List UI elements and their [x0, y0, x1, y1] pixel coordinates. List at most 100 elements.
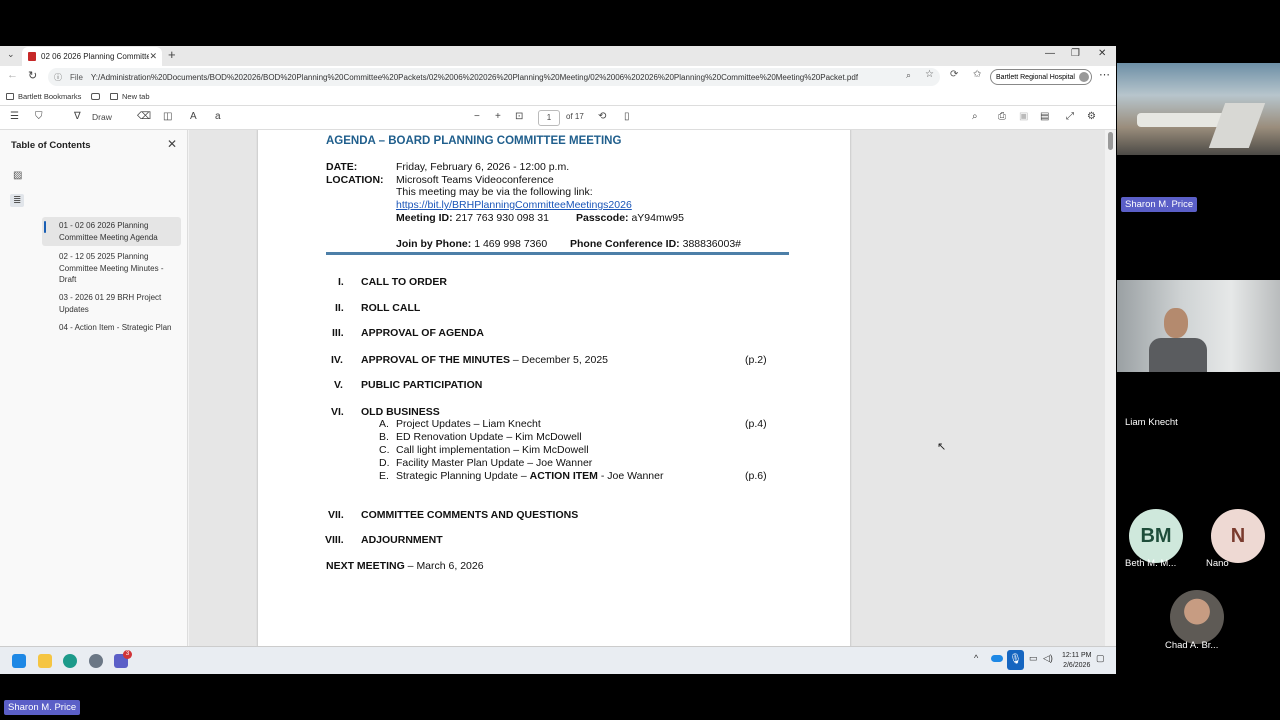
item-num: II.	[335, 302, 344, 314]
view-icon[interactable]: ◫	[163, 111, 172, 122]
vertical-scrollbar[interactable]	[1105, 130, 1116, 674]
extensions-icon[interactable]: ⟳	[950, 69, 958, 80]
phone: Join by Phone: 1 469 998 7360	[396, 238, 547, 250]
read-aloud-icon[interactable]: A	[190, 111, 197, 122]
zoom-out-icon[interactable]: −	[474, 111, 480, 122]
contents-icon[interactable]: ☰	[10, 111, 19, 122]
toc-item-minutes[interactable]: 02 - 12 05 2025 Planning Committee Meeti…	[42, 248, 181, 289]
participant-head	[1164, 308, 1188, 338]
draw-label[interactable]: Draw	[92, 112, 112, 122]
address-input[interactable]: ⓘ File Y:/Administration%20Documents/BOD…	[48, 68, 940, 86]
date-label: DATE:	[326, 161, 358, 173]
page-number-input[interactable]: 1	[538, 110, 560, 126]
file-explorer-icon[interactable]	[38, 654, 52, 668]
next-meeting: NEXT MEETING – March 6, 2026	[326, 560, 484, 572]
minimize-icon[interactable]: —	[1045, 48, 1055, 59]
notifications-icon[interactable]: ▢	[1096, 653, 1105, 664]
save-icon[interactable]: ▣	[1019, 111, 1028, 122]
settings-gear-icon[interactable]: ⚙	[1087, 111, 1096, 122]
document-viewport[interactable]: AGENDA – BOARD PLANNING COMMITTEE MEETIN…	[189, 130, 1105, 674]
zoom-in-icon[interactable]: +	[495, 111, 501, 122]
restore-icon[interactable]: ❐	[1071, 48, 1080, 59]
toc-item-project-updates[interactable]: 03 - 2026 01 29 BRH Project Updates	[42, 289, 181, 318]
fullscreen-icon[interactable]: ⤢	[1066, 111, 1074, 122]
pdf-file-icon	[28, 52, 36, 61]
sub-text: Facility Master Plan Update – Joe Wanner	[396, 457, 593, 469]
page-total: of 17	[566, 112, 584, 121]
bookmark-bartlett[interactable]: Bartlett Bookmarks	[6, 92, 101, 101]
draw-icon[interactable]: ∇	[74, 111, 81, 122]
onedrive-icon[interactable]	[991, 655, 1003, 662]
fit-page-icon[interactable]: ⊡	[515, 111, 523, 122]
participant-body	[1149, 338, 1207, 372]
zoom-icon[interactable]: ⌕	[906, 70, 911, 81]
favorites-icon[interactable]: ✩	[973, 69, 981, 80]
volume-icon[interactable]: ◁)	[1043, 653, 1053, 664]
item-label: APPROVAL OF THE MINUTES	[361, 354, 510, 366]
sub-page: (p.6)	[745, 470, 767, 482]
tab-pdf-packet[interactable]: 02 06 2026 Planning Committee Me ✕	[22, 47, 162, 66]
sub-letter: A.	[379, 418, 389, 430]
item-label: PUBLIC PARTICIPATION	[361, 379, 483, 391]
phone-value: 1 469 998 7360	[474, 238, 548, 250]
windows-start-icon[interactable]	[12, 654, 26, 668]
scrollbar-thumb[interactable]	[1108, 132, 1113, 150]
toc-item-agenda[interactable]: 01 - 02 06 2026 Planning Committee Meeti…	[42, 217, 181, 246]
highlight-icon[interactable]: ⛉	[35, 111, 43, 122]
bookmarks-bar: Bartlett Bookmarks New tab	[0, 88, 1116, 106]
network-icon[interactable]: ▭	[1029, 653, 1038, 664]
next-value: – March 6, 2026	[404, 560, 484, 572]
avatar-n[interactable]: N	[1211, 509, 1265, 563]
translate-icon[interactable]: a	[215, 111, 221, 122]
more-menu-icon[interactable]: ⋯	[1099, 68, 1110, 81]
sub-page: (p.4)	[745, 418, 767, 430]
toc-item-strategic-plan[interactable]: 04 - Action Item - Strategic Plan	[42, 319, 181, 337]
microphone-icon[interactable]: 🎙	[1007, 650, 1024, 670]
sub-text: ED Renovation Update – Kim McDowell	[396, 431, 582, 443]
item-label: ADJOURNMENT	[361, 534, 443, 546]
close-tab-icon[interactable]: ✕	[149, 51, 157, 62]
meeting-link[interactable]: https://bit.ly/BRHPlanningCommitteeMeeti…	[396, 199, 632, 211]
edge-browser-icon[interactable]	[63, 654, 77, 668]
passcode-value: aY94mw95	[631, 212, 684, 224]
avatar-photo[interactable]	[1170, 590, 1224, 644]
taskbar: 3 ^ 🎙 ▭ ◁) 12:11 PM 2/6/2026 ▢	[0, 646, 1116, 674]
avatar-bm[interactable]: BM	[1129, 509, 1183, 563]
profile-button[interactable]: Bartlett Regional Hospital	[990, 69, 1092, 85]
back-icon[interactable]: ←	[7, 69, 18, 81]
passcode-label: Passcode:	[576, 212, 629, 224]
meeting-id: Meeting ID: 217 763 930 098 31	[396, 212, 549, 224]
outline-icon[interactable]: ≣	[10, 194, 25, 207]
rotate-icon[interactable]: ⟲	[598, 111, 606, 122]
item-row-minutes: APPROVAL OF THE MINUTES – December 5, 20…	[361, 354, 608, 366]
room-video	[1117, 63, 1280, 155]
bookmark-new-tab[interactable]: New tab	[110, 92, 150, 101]
favorite-star-icon[interactable]: ☆	[925, 69, 934, 80]
show-hidden-icons-chevron-icon[interactable]: ^	[974, 653, 978, 663]
settings-icon[interactable]	[89, 654, 103, 668]
tab-list-chevron-icon[interactable]: ⌄	[7, 49, 15, 60]
close-window-icon[interactable]: ✕	[1098, 48, 1106, 59]
item-page: (p.2)	[745, 354, 767, 366]
next-label: NEXT MEETING	[326, 560, 405, 572]
refresh-icon[interactable]: ↻	[28, 69, 37, 82]
meeting-id-label: Meeting ID:	[396, 212, 453, 224]
item-label: OLD BUSINESS	[361, 406, 440, 418]
sub-bold: ACTION ITEM	[529, 470, 598, 482]
search-icon[interactable]: ⌕	[972, 111, 978, 122]
profile-avatar	[1079, 72, 1089, 82]
system-clock[interactable]: 12:11 PM 2/6/2026	[1062, 651, 1091, 671]
close-icon[interactable]: ✕	[167, 137, 177, 151]
toc-sidebar: Table of Contents ✕ ▨ ≣ 01 - 02 06 2026 …	[0, 130, 188, 674]
sub-tail: - Joe Wanner	[597, 470, 664, 482]
presenter-name-tag: Sharon M. Price	[1121, 197, 1198, 212]
print-icon[interactable]: ⎙	[998, 111, 1006, 122]
page-view-icon[interactable]: ▯	[624, 111, 630, 122]
thumbnails-icon[interactable]: ▨	[13, 170, 22, 181]
sub-text: Strategic Planning Update –	[396, 470, 530, 482]
save-as-icon[interactable]: ▤	[1040, 111, 1049, 122]
participant-video	[1117, 280, 1280, 372]
item-num: VIII.	[325, 534, 344, 546]
erase-icon[interactable]: ⌫	[137, 111, 151, 122]
new-tab-icon[interactable]: +	[168, 47, 176, 62]
